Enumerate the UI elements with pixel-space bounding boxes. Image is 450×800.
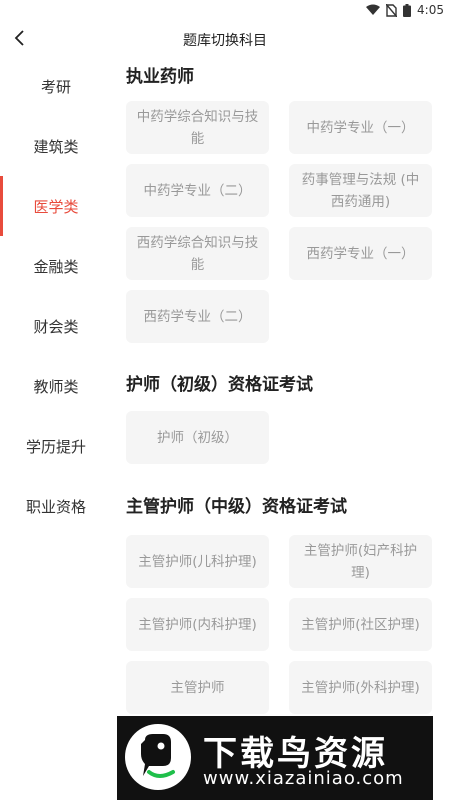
sidebar-item-yixue[interactable]: 医学类: [0, 176, 112, 236]
section-title: 主管护师（中级）资格证考试: [126, 497, 347, 517]
card-grid: 中药学综合知识与技能 中药学专业（一） 中药学专业（二） 药事管理与法规 (中西…: [126, 101, 432, 343]
sidebar-item-jiaoshi[interactable]: 教师类: [0, 356, 112, 416]
sidebar-item-caikuai[interactable]: 财会类: [0, 296, 112, 356]
battery-icon: [403, 3, 412, 17]
sidebar-item-zhiye[interactable]: 职业资格: [0, 476, 112, 536]
sidebar-item-jianzhu[interactable]: 建筑类: [0, 116, 112, 176]
sidebar-item-xueli[interactable]: 学历提升: [0, 416, 112, 476]
page-title: 题库切换科目: [183, 33, 267, 49]
sidebar-item-kaoyan[interactable]: 考研: [0, 56, 112, 116]
section-title: 护师（初级）资格证考试: [126, 375, 313, 395]
card-grid: 护师（初级）: [126, 411, 432, 464]
nav-bar: 题库切换科目: [0, 24, 450, 56]
subject-card[interactable]: 主管护师(外科护理): [289, 661, 432, 714]
category-sidebar: 考研 建筑类 医学类 金融类 财会类 教师类 学历提升 职业资格: [0, 56, 112, 716]
section-title: 执业药师: [126, 67, 194, 87]
subject-card[interactable]: 西药学专业（二）: [126, 290, 269, 343]
subject-card[interactable]: 主管护师: [126, 661, 269, 714]
status-icons: 4:05: [366, 3, 444, 17]
subject-list: 执业药师 中药学综合知识与技能 中药学专业（一） 中药学专业（二） 药事管理与法…: [126, 56, 444, 716]
subject-card[interactable]: 主管护师(内科护理): [126, 598, 269, 651]
subject-card[interactable]: 中药学专业（一）: [289, 101, 432, 154]
status-bar: 4:05: [0, 0, 450, 24]
subject-card[interactable]: 中药学综合知识与技能: [126, 101, 269, 154]
watermark-url: www.xiazainiao.com: [203, 768, 404, 789]
subject-card[interactable]: 西药学专业（一）: [289, 227, 432, 280]
card-grid: 主管护师(儿科护理) 主管护师(妇产科护理) 主管护师(内科护理) 主管护师(社…: [126, 535, 432, 714]
subject-card[interactable]: 主管护师(妇产科护理): [289, 535, 432, 588]
subject-card[interactable]: 西药学综合知识与技能: [126, 227, 269, 280]
bird-logo-icon: [125, 724, 191, 790]
sidebar-item-jinrong[interactable]: 金融类: [0, 236, 112, 296]
clock: 4:05: [417, 3, 444, 17]
subject-card[interactable]: 药事管理与法规 (中西药通用): [289, 164, 432, 217]
no-sim-icon: [386, 3, 398, 17]
subject-card[interactable]: 中药学专业（二）: [126, 164, 269, 217]
wifi-icon: [366, 4, 381, 16]
watermark-banner: 下载鸟资源 www.xiazainiao.com: [117, 716, 433, 800]
subject-card[interactable]: 主管护师(社区护理): [289, 598, 432, 651]
subject-card[interactable]: 主管护师(儿科护理): [126, 535, 269, 588]
subject-card[interactable]: 护师（初级）: [126, 411, 269, 464]
